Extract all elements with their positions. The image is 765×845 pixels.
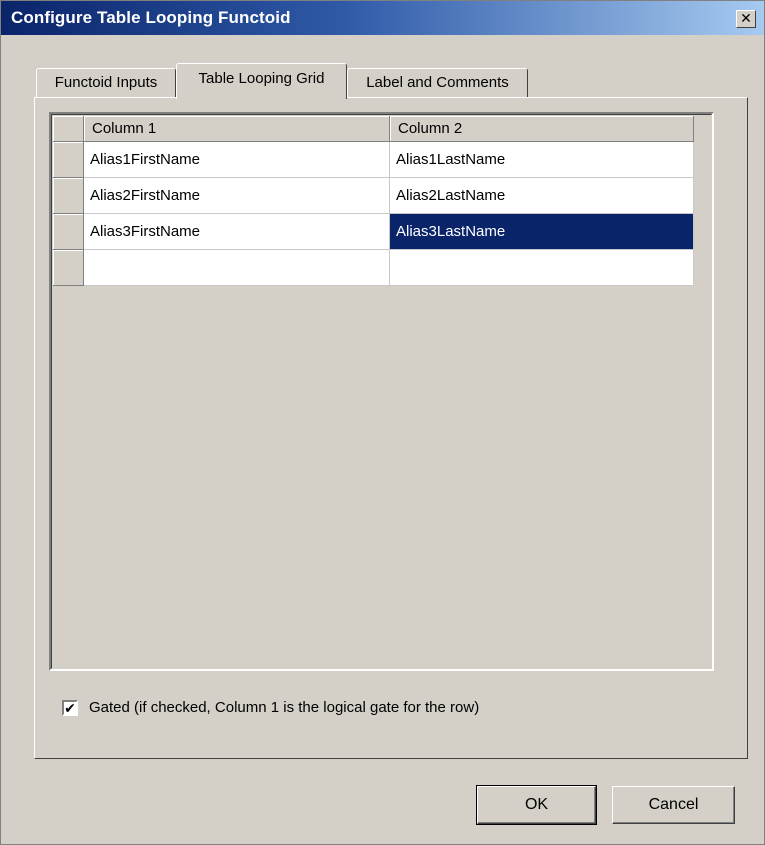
tab-label: Label and Comments <box>366 74 509 91</box>
row-header-new[interactable] <box>53 250 84 286</box>
column-header-2[interactable]: Column 2 <box>390 116 694 142</box>
ok-button[interactable]: OK <box>476 785 597 825</box>
close-button[interactable]: ✕ <box>736 10 756 28</box>
grid-cell[interactable]: Alias1LastName <box>390 142 694 178</box>
checkmark-icon: ✔ <box>64 700 76 716</box>
grid-cell[interactable]: Alias3FirstName <box>84 214 390 250</box>
row-header[interactable] <box>53 214 84 250</box>
grid-cell[interactable]: Alias2LastName <box>390 178 694 214</box>
grid-body: Column 1 Column 2 Alias1FirstName Alias1… <box>51 114 712 669</box>
dialog-window: Configure Table Looping Functoid ✕ Funct… <box>0 0 765 845</box>
column-header-1[interactable]: Column 1 <box>84 116 390 142</box>
tab-label: Table Looping Grid <box>198 70 325 87</box>
grid-corner-header[interactable] <box>53 116 84 142</box>
cancel-button[interactable]: Cancel <box>612 786 735 824</box>
grid-cell-empty[interactable] <box>84 250 390 286</box>
row-header[interactable] <box>53 178 84 214</box>
grid-cell-selected[interactable]: Alias3LastName <box>390 214 694 250</box>
grid-cell-empty[interactable] <box>390 250 694 286</box>
tab-functoid-inputs[interactable]: Functoid Inputs <box>36 68 176 98</box>
close-icon: ✕ <box>740 10 752 26</box>
table-looping-grid[interactable]: Column 1 Column 2 Alias1FirstName Alias1… <box>49 112 714 671</box>
gated-checkbox[interactable]: ✔ <box>62 700 78 716</box>
title-bar[interactable]: Configure Table Looping Functoid ✕ <box>1 1 764 35</box>
gated-label[interactable]: Gated (if checked, Column 1 is the logic… <box>89 699 479 716</box>
tab-table-looping-grid[interactable]: Table Looping Grid <box>176 63 347 99</box>
tab-label: Functoid Inputs <box>54 74 158 91</box>
dialog-title: Configure Table Looping Functoid <box>11 8 291 27</box>
tab-label-and-comments[interactable]: Label and Comments <box>347 68 528 98</box>
grid-cell[interactable]: Alias1FirstName <box>84 142 390 178</box>
grid-cell[interactable]: Alias2FirstName <box>84 178 390 214</box>
row-header[interactable] <box>53 142 84 178</box>
